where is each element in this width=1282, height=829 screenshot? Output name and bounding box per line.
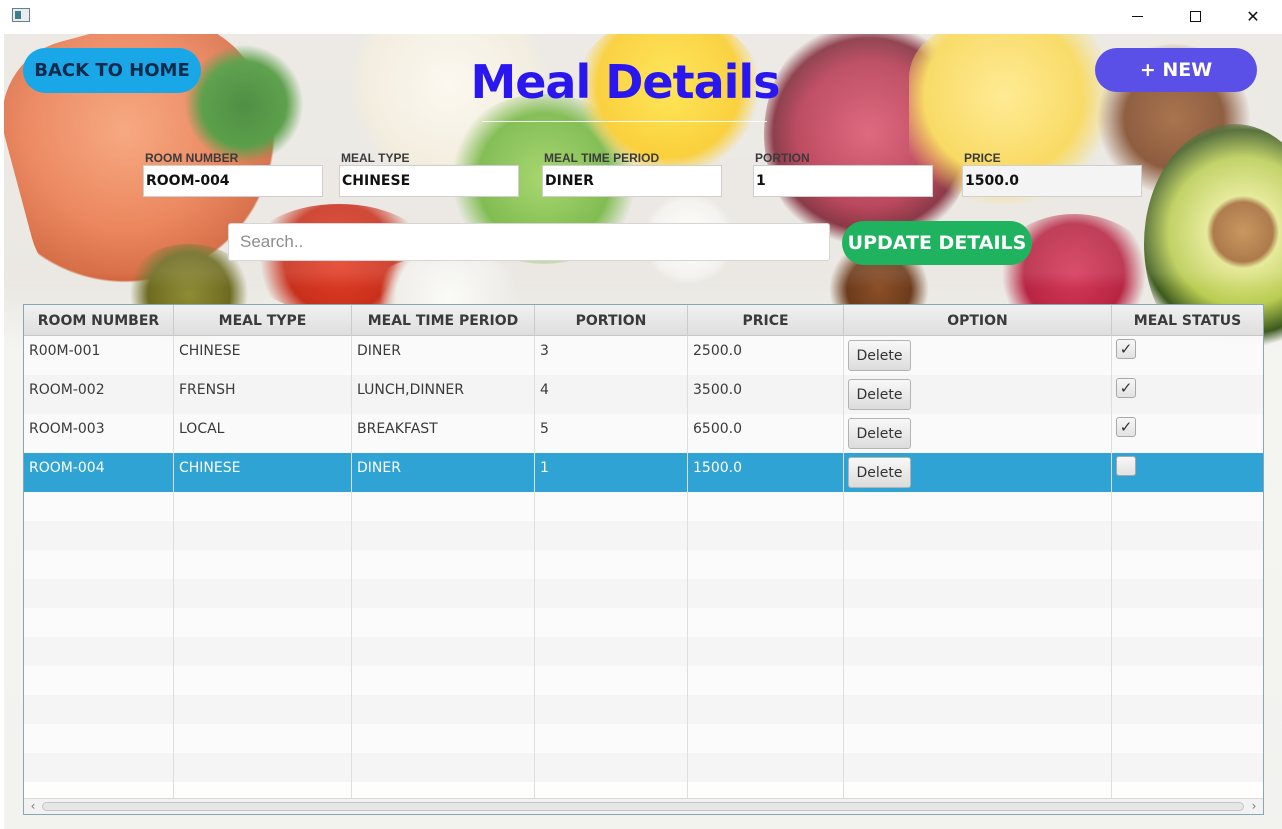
app-window-icon <box>12 8 30 22</box>
delete-button[interactable]: Delete <box>848 418 911 449</box>
cell-meal-time-period: BREAKFAST <box>357 421 438 437</box>
empty-row <box>24 521 1263 550</box>
cell-portion: 3 <box>540 343 549 359</box>
cell-room-number: ROOM-004 <box>29 460 105 476</box>
column-divider <box>687 336 688 798</box>
column-divider <box>351 336 352 798</box>
page-title: Meal Details <box>470 55 780 109</box>
meal-status-checkbox[interactable]: ✓ <box>1116 378 1136 398</box>
maximize-icon <box>1189 10 1201 22</box>
meal-type-label: MEAL TYPE <box>341 151 410 165</box>
column-header-room-number[interactable]: ROOM NUMBER <box>24 305 174 336</box>
meal-table[interactable]: ROOM NUMBER MEAL TYPE MEAL TIME PERIOD P… <box>23 304 1264 815</box>
column-header-option[interactable]: OPTION <box>844 305 1112 336</box>
column-header-price[interactable]: PRICE <box>688 305 844 336</box>
cell-price: 6500.0 <box>693 421 742 437</box>
empty-row <box>24 753 1263 782</box>
cell-room-number: ROOM-003 <box>29 421 105 437</box>
table-row-selected[interactable]: ROOM-004 CHINESE DINER 1 1500.0 Delete <box>24 453 1263 492</box>
meal-status-checkbox[interactable] <box>1116 456 1136 476</box>
scrollbar-thumb[interactable] <box>42 802 1244 811</box>
cell-price: 3500.0 <box>693 382 742 398</box>
empty-row <box>24 579 1263 608</box>
maximize-button[interactable] <box>1166 0 1224 32</box>
column-divider <box>1111 336 1112 798</box>
chevron-right-icon[interactable]: › <box>1247 799 1261 814</box>
chevron-left-icon[interactable]: ‹ <box>26 799 40 814</box>
close-button[interactable]: ✕ <box>1224 0 1282 32</box>
cell-meal-type: FRENSH <box>179 382 236 398</box>
cell-meal-time-period: DINER <box>357 460 401 476</box>
meal-status-checkbox[interactable]: ✓ <box>1116 339 1136 359</box>
cell-portion: 4 <box>540 382 549 398</box>
search-input[interactable]: Search.. <box>228 223 830 261</box>
meal-type-field[interactable]: CHINESE <box>339 165 519 197</box>
back-to-home-button[interactable]: BACK TO HOME <box>23 48 201 93</box>
minimize-button[interactable] <box>1108 0 1166 32</box>
update-details-button[interactable]: UPDATE DETAILS <box>842 221 1032 265</box>
cell-meal-time-period: DINER <box>357 343 401 359</box>
cell-room-number: ROOM-002 <box>29 382 105 398</box>
close-icon: ✕ <box>1246 6 1260 26</box>
portion-field[interactable]: 1 <box>753 165 933 197</box>
cell-price: 1500.0 <box>693 460 742 476</box>
new-meal-button[interactable]: + NEW <box>1095 48 1257 92</box>
column-header-meal-status[interactable]: MEAL STATUS <box>1112 305 1263 336</box>
empty-row <box>24 695 1263 724</box>
empty-row <box>24 492 1263 521</box>
column-divider <box>534 336 535 798</box>
delete-button[interactable]: Delete <box>848 340 911 371</box>
delete-button[interactable]: Delete <box>848 457 911 488</box>
room-number-label: ROOM NUMBER <box>145 151 239 165</box>
cell-price: 2500.0 <box>693 343 742 359</box>
cell-portion: 1 <box>540 460 549 476</box>
meal-status-checkbox[interactable]: ✓ <box>1116 417 1136 437</box>
empty-row <box>24 666 1263 695</box>
table-row[interactable]: ROOM-002 FRENSH LUNCH,DINNER 4 3500.0 De… <box>24 375 1263 414</box>
empty-row <box>24 637 1263 666</box>
table-row[interactable]: R00M-001 CHINESE DINER 3 2500.0 Delete ✓ <box>24 336 1263 375</box>
empty-row <box>24 550 1263 579</box>
room-number-field[interactable]: ROOM-004 <box>143 165 323 197</box>
cell-portion: 5 <box>540 421 549 437</box>
column-header-meal-time-period[interactable]: MEAL TIME PERIOD <box>352 305 535 336</box>
minimize-icon <box>1131 15 1143 17</box>
window-titlebar: ✕ <box>0 0 1282 32</box>
meal-time-period-label: MEAL TIME PERIOD <box>544 151 660 165</box>
column-divider <box>843 336 844 798</box>
empty-row <box>24 724 1263 753</box>
column-header-portion[interactable]: PORTION <box>535 305 688 336</box>
table-header: ROOM NUMBER MEAL TYPE MEAL TIME PERIOD P… <box>24 305 1263 336</box>
horizontal-scrollbar[interactable]: ‹ › <box>24 798 1263 814</box>
cell-room-number: R00M-001 <box>29 343 101 359</box>
cell-meal-type: CHINESE <box>179 460 241 476</box>
table-row[interactable]: ROOM-003 LOCAL BREAKFAST 5 6500.0 Delete… <box>24 414 1263 453</box>
delete-button[interactable]: Delete <box>848 379 911 410</box>
cell-meal-type: CHINESE <box>179 343 241 359</box>
price-field[interactable]: 1500.0 <box>962 165 1142 197</box>
portion-label: PORTION <box>755 151 810 165</box>
column-divider <box>173 336 174 798</box>
meal-time-period-field[interactable]: DINER <box>542 165 722 197</box>
cell-meal-type: LOCAL <box>179 421 225 437</box>
price-label: PRICE <box>964 151 1001 165</box>
title-underline <box>482 121 767 122</box>
cell-meal-time-period: LUNCH,DINNER <box>357 382 465 398</box>
empty-row <box>24 608 1263 637</box>
column-header-meal-type[interactable]: MEAL TYPE <box>174 305 352 336</box>
